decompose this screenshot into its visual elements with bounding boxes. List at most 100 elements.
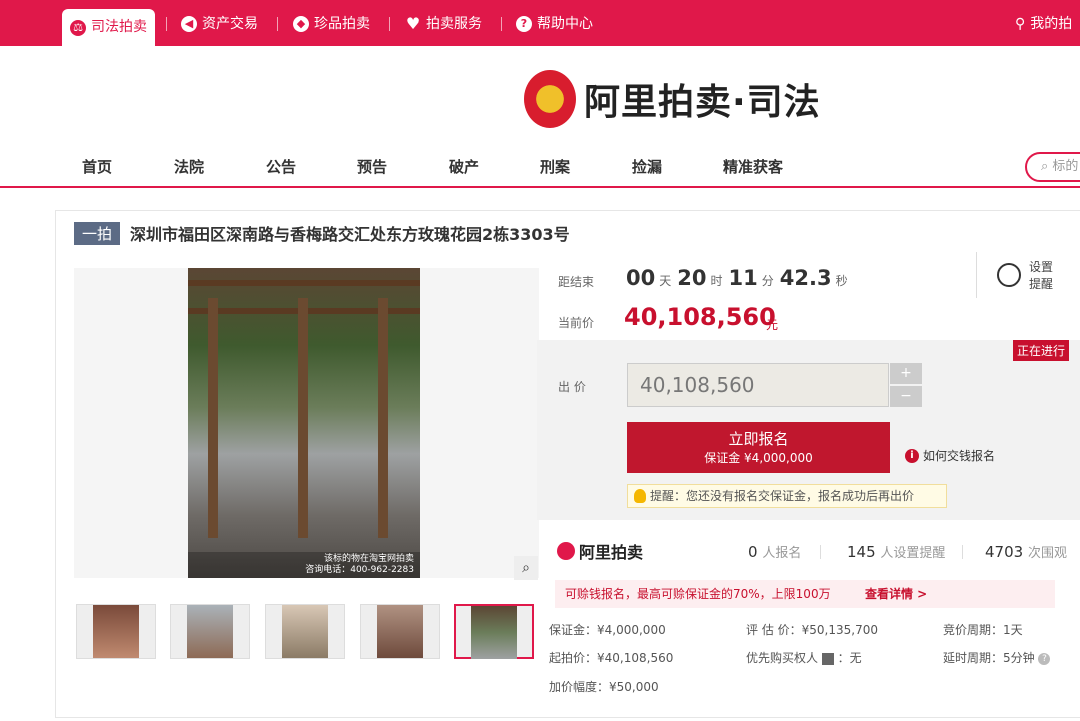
tip-text: 提醒：您还没有报名交保证金，报名成功后再出价	[650, 489, 915, 503]
deferred-payment-promo: 可赊钱报名，最高可赊保证金的70%，上限100万 查看详情 >	[555, 580, 1055, 608]
priority-label: 优先购买权人	[746, 651, 819, 665]
countdown-label: 距结束	[558, 275, 595, 289]
logo-text: 阿里拍卖·司法	[584, 82, 821, 123]
signup-deposit-label: 保证金 ¥4,000,000	[704, 451, 813, 465]
current-price-label: 当前价	[558, 316, 595, 330]
tab-treasure-auction[interactable]: ◆ 珍品拍卖	[293, 10, 370, 38]
divider	[962, 545, 963, 559]
signup-button[interactable]: 立即报名 保证金 ¥4,000,000	[627, 422, 890, 473]
signup-count-unit: 人报名	[762, 546, 802, 561]
court-icon: ⚖	[70, 19, 86, 36]
bid-stepper: + −	[890, 363, 922, 407]
bid-amount-input[interactable]: 40,108,560	[627, 363, 889, 407]
search-input[interactable]: ⌕ 标的	[1025, 152, 1080, 182]
help-icon: ?	[516, 16, 532, 32]
appraisal-info: 评 估 价：¥50,135,700	[746, 623, 878, 637]
nav-home[interactable]: 首页	[82, 156, 112, 177]
photo-column	[208, 298, 218, 538]
set-reminder-button[interactable]: 设置 提醒	[976, 252, 1076, 298]
nav-bargain[interactable]: 捡漏	[632, 156, 662, 177]
site-logo[interactable]: 阿里拍卖·司法	[524, 70, 821, 128]
countdown-seconds: 42.3	[779, 266, 832, 290]
thumbnail[interactable]	[76, 604, 156, 659]
main-nav: 首页 法院 公告 预告 破产 刑案 捡漏 精准获客	[0, 146, 1080, 188]
tab-label: 司法拍卖	[91, 19, 147, 35]
promo-details-link[interactable]: 查看详情 >	[865, 580, 927, 608]
nav-announcement[interactable]: 公告	[266, 156, 296, 177]
view-count-unit: 次围观	[1027, 546, 1067, 561]
info-icon: i	[905, 448, 919, 463]
lot-title: 深圳市福田区深南路与香梅路交汇处东方玫瑰花园2栋3303号	[130, 225, 570, 244]
view-count: 4703 次围观	[985, 542, 1067, 561]
priority-buyer-info: 优先购买权人 ：无	[746, 649, 862, 666]
question-icon[interactable]: ?	[1038, 652, 1051, 665]
tab-judicial-auction[interactable]: ⚖ 司法拍卖	[62, 9, 155, 46]
price-unit: 元	[766, 318, 779, 332]
thumbnail-image	[282, 605, 328, 658]
my-auction-link[interactable]: ⚲ 我的拍	[1015, 10, 1072, 38]
ali-auction-brand: 阿里拍卖	[557, 539, 643, 563]
ali-auction-logo-icon	[557, 542, 575, 560]
countdown-days: 00	[626, 266, 656, 290]
tab-asset-trading[interactable]: ◀ 资产交易	[181, 10, 258, 38]
asset-icon: ◀	[181, 16, 197, 32]
countdown-hours: 20	[677, 266, 707, 290]
photo-column	[298, 298, 308, 538]
search-icon: ⌕	[1041, 159, 1049, 174]
alarm-clock-icon	[997, 263, 1021, 287]
thumbnail-image	[377, 605, 423, 658]
current-price: 40,108,560	[624, 303, 776, 331]
nav-court[interactable]: 法院	[174, 156, 204, 177]
my-auction-label: 我的拍	[1030, 16, 1073, 32]
nav-bankruptcy[interactable]: 破产	[449, 156, 479, 177]
zoom-icon[interactable]: ⌕	[514, 556, 538, 580]
how-to-pay-link[interactable]: i 如何交钱报名	[905, 447, 995, 464]
divider	[501, 17, 502, 31]
nav-preview[interactable]: 预告	[357, 156, 387, 177]
thumbnail[interactable]	[265, 604, 345, 659]
thumbnail[interactable]	[170, 604, 250, 659]
increase-button[interactable]: +	[890, 363, 922, 384]
treasure-icon: ◆	[293, 16, 309, 32]
hours-unit: 时	[710, 274, 723, 288]
reminder-count-unit: 人设置提醒	[880, 546, 946, 561]
status-badge: 正在进行	[1013, 340, 1070, 361]
nav-precise-leads[interactable]: 精准获客	[723, 156, 783, 177]
divider	[166, 17, 167, 31]
brand-text: 阿里拍卖	[579, 543, 644, 562]
seconds-unit: 秒	[835, 274, 848, 288]
thumbnail[interactable]	[360, 604, 440, 659]
decrease-button[interactable]: −	[890, 386, 922, 407]
lot-title-row: 一拍 深圳市福田区深南路与香梅路交汇处东方玫瑰花园2栋3303号	[74, 221, 570, 245]
countdown-minutes: 11	[728, 266, 758, 290]
divider	[277, 17, 278, 31]
nav-criminal[interactable]: 刑案	[540, 156, 570, 177]
reminder-line-2: 提醒	[1029, 277, 1054, 291]
thumbnail-selected[interactable]	[454, 604, 534, 659]
photo-caption: 该标的物在淘宝网拍卖 咨询电话：400-962-2283	[188, 552, 420, 578]
heart-icon: ♥	[405, 14, 421, 33]
user-icon: ⚲	[1015, 16, 1026, 32]
deposit-info: 保证金：¥4,000,000	[549, 623, 666, 637]
tab-help-center[interactable]: ? 帮助中心	[516, 10, 593, 38]
countdown: 00 天 20 时 11 分 42.3 秒	[626, 266, 850, 290]
thumbnail-image	[471, 606, 517, 659]
priority-value: ：无	[837, 651, 862, 665]
start-price-info: 起拍价：¥40,108,560	[549, 651, 674, 665]
info-square-icon[interactable]	[821, 652, 834, 665]
delay-cycle-info: 延时周期：5分钟 ?	[943, 649, 1051, 666]
top-bar: ⚖ 司法拍卖 ◀ 资产交易 ◆ 珍品拍卖 ♥ 拍卖服务 ? 帮助中心 ⚲ 我的拍	[0, 0, 1080, 46]
promo-text: 可赊钱报名，最高可赊保证金的70%，上限100万	[565, 587, 831, 601]
search-placeholder: 标的	[1052, 159, 1079, 174]
main-photo[interactable]: 该标的物在淘宝网拍卖 咨询电话：400-962-2283	[188, 268, 420, 578]
thumbnail-image	[187, 605, 233, 658]
tab-label: 拍卖服务	[426, 16, 482, 32]
tab-auction-service[interactable]: ♥ 拍卖服务	[405, 10, 482, 38]
minutes-unit: 分	[761, 274, 774, 288]
signup-main-label: 立即报名	[728, 430, 789, 448]
days-unit: 天	[659, 274, 672, 288]
reminder-count: 145 人设置提醒	[847, 542, 945, 561]
signup-count: 0 人报名	[748, 542, 801, 561]
signup-count-value: 0	[748, 543, 758, 561]
photo-beam	[188, 280, 420, 286]
